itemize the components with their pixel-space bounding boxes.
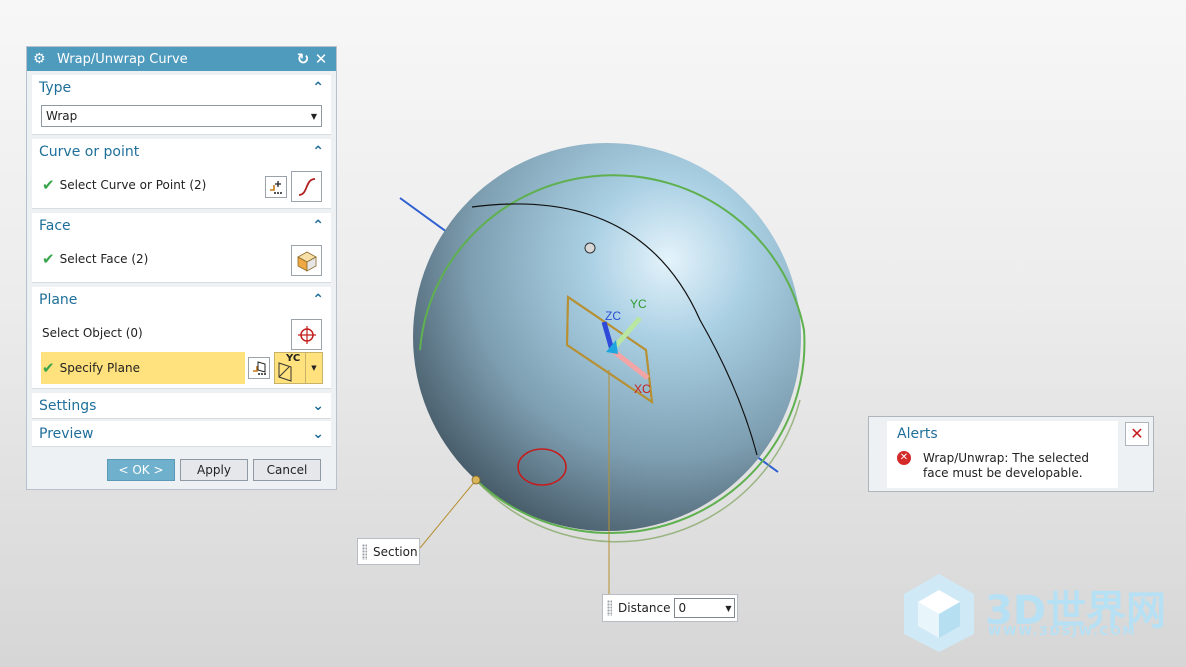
chevron-up-icon[interactable]: ⌃ — [312, 144, 324, 160]
cancel-button[interactable]: Cancel — [253, 459, 321, 481]
crosshair-icon — [297, 325, 316, 344]
wrap-unwrap-dialog: ⚙ Wrap/Unwrap Curve ↻ ✕ Type ⌃ Wrap ▼ Cu… — [26, 46, 337, 490]
plane-dialog-icon — [253, 361, 266, 375]
face-type-button[interactable] — [291, 245, 322, 276]
xc-label: XC — [634, 382, 651, 396]
section-tag[interactable]: Section — [357, 538, 420, 565]
select-face-row[interactable]: ✔ Select Face (2) — [32, 244, 148, 274]
check-icon: ✔ — [42, 250, 55, 268]
type-section: Type ⌃ Wrap ▼ — [32, 75, 331, 135]
chevron-down-icon: ▼ — [725, 603, 732, 613]
distance-input[interactable]: 0 ▼ — [674, 598, 736, 618]
select-curve-row[interactable]: ✔ Select Curve or Point (2) — [32, 170, 206, 200]
drag-handle-icon[interactable] — [607, 600, 612, 616]
face-section-header[interactable]: Face ⌃ — [32, 213, 331, 239]
chevron-up-icon[interactable]: ⌃ — [312, 80, 324, 96]
curve-section-header[interactable]: Curve or point ⌃ — [32, 139, 331, 165]
plane-yc-icon: YC — [275, 353, 305, 383]
watermark-logo-icon — [904, 574, 974, 652]
alert-message: Wrap/Unwrap: The selected face must be d… — [923, 451, 1090, 480]
alerts-panel: Alerts ✕ Wrap/Unwrap: The selected face … — [868, 416, 1154, 492]
distance-label: Distance — [618, 601, 671, 615]
ok-button[interactable]: < OK > — [107, 459, 175, 481]
preview-section-header[interactable]: Preview ⌄ — [32, 421, 331, 447]
point-dialog-button[interactable] — [265, 176, 287, 198]
alerts-title: Alerts — [897, 426, 938, 442]
check-icon: ✔ — [42, 359, 55, 377]
preview-section: Preview ⌄ — [32, 421, 331, 447]
drag-handle-icon[interactable] — [362, 543, 367, 560]
plane-dropdown-icon[interactable]: ▼ — [305, 353, 322, 383]
gear-icon: ⚙ — [33, 51, 46, 67]
chevron-down-icon: ▼ — [310, 111, 317, 121]
plane-dialog-button[interactable] — [248, 357, 270, 379]
distance-tag[interactable]: Distance 0 ▼ — [602, 594, 738, 622]
specify-plane-text-row[interactable]: ✔ Specify Plane — [32, 353, 140, 383]
curve-icon — [298, 177, 315, 196]
plane-section-header[interactable]: Plane ⌃ — [32, 287, 331, 313]
plane-section: Plane ⌃ Select Object (0) ✔ Specify Plan… — [32, 287, 331, 389]
select-curve-label: Select Curve or Point (2) — [59, 178, 207, 192]
plane-type-button[interactable]: YC ▼ — [274, 352, 323, 384]
dialog-titlebar[interactable]: ⚙ Wrap/Unwrap Curve ↻ ✕ — [27, 47, 336, 71]
select-face-label: Select Face (2) — [59, 252, 149, 266]
select-object-label: Select Object (0) — [42, 326, 143, 340]
zc-label: ZC — [605, 309, 621, 323]
select-object-button[interactable] — [291, 319, 322, 350]
select-object-row[interactable]: Select Object (0) — [32, 318, 143, 348]
plane-yc-label: YC — [286, 353, 301, 364]
section-leader — [419, 479, 477, 549]
alerts-content: Alerts ✕ Wrap/Unwrap: The selected face … — [887, 421, 1118, 488]
reset-icon[interactable]: ↻ — [294, 50, 312, 68]
face-cube-icon — [296, 251, 317, 272]
settings-section: Settings ⌄ — [32, 393, 331, 419]
curve-type-button[interactable] — [291, 171, 322, 202]
close-icon[interactable]: ✕ — [312, 50, 330, 68]
settings-section-header[interactable]: Settings ⌄ — [32, 393, 331, 419]
curve-section: Curve or point ⌃ ✔ Select Curve or Point… — [32, 139, 331, 209]
section-label: Section — [373, 544, 418, 559]
chevron-up-icon[interactable]: ⌃ — [312, 292, 324, 308]
yc-label: YC — [630, 297, 647, 311]
alerts-close-button[interactable]: ✕ — [1125, 422, 1149, 446]
dialog-title: Wrap/Unwrap Curve — [57, 51, 188, 67]
watermark-url: WWW.3DSJW.COM — [988, 624, 1137, 638]
chevron-down-icon[interactable]: ⌄ — [312, 398, 324, 414]
chevron-up-icon[interactable]: ⌃ — [312, 218, 324, 234]
curve-point[interactable] — [584, 242, 596, 254]
error-icon: ✕ — [897, 451, 911, 465]
apply-button[interactable]: Apply — [180, 459, 248, 481]
point-constructor-icon — [270, 181, 282, 194]
check-icon: ✔ — [42, 176, 55, 194]
type-section-header[interactable]: Type ⌃ — [32, 75, 331, 101]
face-section: Face ⌃ ✔ Select Face (2) — [32, 213, 331, 283]
chevron-down-icon[interactable]: ⌄ — [312, 426, 324, 442]
specify-plane-label: Specify Plane — [59, 361, 140, 375]
type-select[interactable]: Wrap ▼ — [41, 105, 322, 127]
section-point[interactable] — [471, 475, 481, 485]
